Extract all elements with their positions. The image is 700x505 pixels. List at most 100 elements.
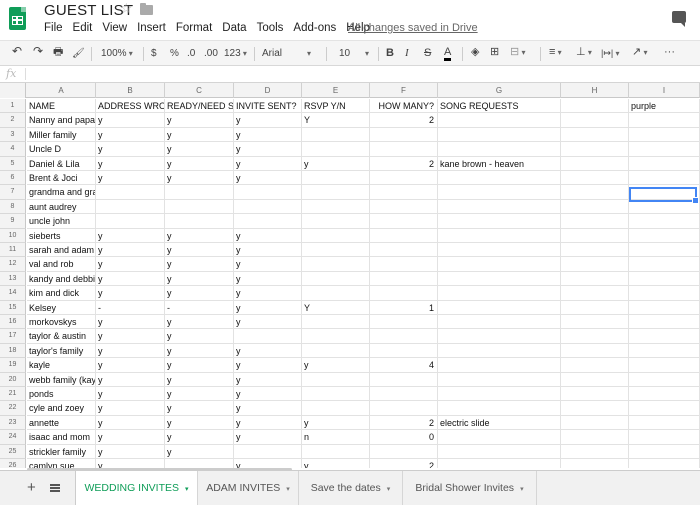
cell-d19[interactable]: y bbox=[234, 358, 302, 373]
cell-b18[interactable]: y bbox=[96, 343, 165, 359]
font-select[interactable]: Arial bbox=[262, 47, 282, 60]
cell-f4[interactable] bbox=[370, 142, 438, 157]
undo-icon[interactable]: ↶ bbox=[12, 45, 22, 58]
cell-g11[interactable] bbox=[438, 243, 561, 258]
cell-a26[interactable]: camlyn sue bbox=[27, 459, 96, 468]
cell-b16[interactable]: y bbox=[96, 315, 165, 330]
row-header[interactable]: 16 bbox=[0, 315, 26, 330]
cell-h8[interactable] bbox=[561, 199, 629, 215]
cell-f1[interactable]: HOW MANY? bbox=[370, 99, 438, 114]
cell-i24[interactable] bbox=[629, 430, 700, 445]
row-header[interactable]: 19 bbox=[0, 358, 26, 373]
cell-g24[interactable] bbox=[438, 430, 561, 445]
cell-d16[interactable]: y bbox=[234, 315, 302, 330]
print-icon[interactable]: 🖶 bbox=[53, 46, 63, 59]
cell-i6[interactable] bbox=[629, 171, 700, 186]
cell-e1[interactable]: RSVP Y/N bbox=[302, 99, 370, 114]
cell-e20[interactable] bbox=[302, 372, 370, 387]
cell-a12[interactable]: val and rob bbox=[27, 257, 96, 272]
column-header-g[interactable]: G bbox=[438, 83, 561, 98]
cell-h3[interactable] bbox=[561, 127, 629, 143]
star-icon[interactable]: ☆ bbox=[120, 0, 133, 17]
cell-e18[interactable] bbox=[302, 343, 370, 359]
cell-g2[interactable] bbox=[438, 113, 561, 128]
cell-f3[interactable] bbox=[370, 127, 438, 143]
menu-insert[interactable]: Insert bbox=[137, 22, 166, 34]
cell-d18[interactable]: y bbox=[234, 343, 302, 359]
column-header-d[interactable]: D bbox=[234, 83, 302, 98]
row-header[interactable]: 21 bbox=[0, 387, 26, 402]
bold-button[interactable]: B bbox=[386, 47, 394, 60]
cell-f24[interactable]: 0 bbox=[370, 430, 438, 445]
row-header[interactable]: 25 bbox=[0, 444, 26, 459]
cell-a15[interactable]: Kelsey bbox=[27, 300, 96, 315]
cell-i17[interactable] bbox=[629, 329, 700, 344]
cell-e2[interactable]: Y bbox=[302, 113, 370, 128]
cell-c19[interactable]: y bbox=[165, 358, 234, 373]
cell-g5[interactable]: kane brown - heaven bbox=[438, 156, 561, 171]
cell-i19[interactable] bbox=[629, 358, 700, 373]
row-header[interactable]: 5 bbox=[0, 156, 26, 171]
cell-i13[interactable] bbox=[629, 271, 700, 287]
cell-c25[interactable]: y bbox=[165, 444, 234, 459]
cell-b4[interactable]: y bbox=[96, 142, 165, 157]
redo-icon[interactable]: ↷ bbox=[33, 45, 43, 58]
cell-a8[interactable]: aunt audrey bbox=[27, 199, 96, 215]
cell-d2[interactable]: y bbox=[234, 113, 302, 128]
cell-c16[interactable]: y bbox=[165, 315, 234, 330]
cell-b15[interactable]: - bbox=[96, 300, 165, 315]
cell-d10[interactable]: y bbox=[234, 228, 302, 243]
currency-format-button[interactable]: $ bbox=[151, 47, 157, 60]
more-formats-select[interactable]: 123 bbox=[224, 47, 247, 60]
cell-f26[interactable]: 2 bbox=[370, 459, 438, 468]
column-header-a[interactable]: A bbox=[27, 83, 96, 98]
cell-i12[interactable] bbox=[629, 257, 700, 272]
cell-d8[interactable] bbox=[234, 199, 302, 215]
strikethrough-button[interactable]: S bbox=[424, 47, 431, 60]
cell-c26[interactable] bbox=[165, 459, 234, 468]
decrease-decimal-button[interactable]: .0 bbox=[187, 47, 195, 60]
cell-f15[interactable]: 1 bbox=[370, 300, 438, 315]
cell-e15[interactable]: Y bbox=[302, 300, 370, 315]
cell-c13[interactable]: y bbox=[165, 271, 234, 287]
merge-cells-icon[interactable]: ⊟ bbox=[510, 46, 525, 59]
cell-g3[interactable] bbox=[438, 127, 561, 143]
row-header[interactable]: 14 bbox=[0, 286, 26, 301]
row-header[interactable]: 3 bbox=[0, 127, 26, 143]
cell-f20[interactable] bbox=[370, 372, 438, 387]
cell-c11[interactable]: y bbox=[165, 243, 234, 258]
cell-f17[interactable] bbox=[370, 329, 438, 344]
cell-g25[interactable] bbox=[438, 444, 561, 459]
cell-d4[interactable]: y bbox=[234, 142, 302, 157]
column-header-c[interactable]: C bbox=[165, 83, 234, 98]
cell-h4[interactable] bbox=[561, 142, 629, 157]
menu-file[interactable]: File bbox=[44, 22, 63, 34]
tab-adam-invites[interactable]: ADAM INVITES ▾ bbox=[198, 471, 299, 505]
cell-i7[interactable] bbox=[629, 185, 700, 200]
tab-wedding-invites[interactable]: WEDDING INVITES ▾ bbox=[75, 471, 198, 505]
cell-c18[interactable]: y bbox=[165, 343, 234, 359]
cell-f23[interactable]: 2 bbox=[370, 415, 438, 431]
add-sheet-button[interactable]: + bbox=[27, 480, 36, 495]
cell-a11[interactable]: sarah and adam bbox=[27, 243, 96, 258]
cell-g26[interactable] bbox=[438, 459, 561, 468]
cell-d24[interactable]: y bbox=[234, 430, 302, 445]
cell-e14[interactable] bbox=[302, 286, 370, 301]
cell-g10[interactable] bbox=[438, 228, 561, 243]
cell-i15[interactable] bbox=[629, 300, 700, 315]
cell-h9[interactable] bbox=[561, 214, 629, 229]
tab-bridal-shower-invites[interactable]: Bridal Shower Invites ▾ bbox=[403, 471, 537, 505]
row-header[interactable]: 15 bbox=[0, 300, 26, 315]
cell-c20[interactable]: y bbox=[165, 372, 234, 387]
cell-d3[interactable]: y bbox=[234, 127, 302, 143]
cell-g17[interactable] bbox=[438, 329, 561, 344]
cell-h7[interactable] bbox=[561, 185, 629, 200]
cell-d23[interactable]: y bbox=[234, 415, 302, 431]
row-header[interactable]: 2 bbox=[0, 113, 26, 128]
cell-b8[interactable] bbox=[96, 199, 165, 215]
cell-d11[interactable]: y bbox=[234, 243, 302, 258]
vertical-align-icon[interactable]: ⊥ bbox=[576, 46, 592, 59]
cell-b7[interactable] bbox=[96, 185, 165, 200]
cell-i26[interactable] bbox=[629, 459, 700, 468]
cell-c17[interactable]: y bbox=[165, 329, 234, 344]
